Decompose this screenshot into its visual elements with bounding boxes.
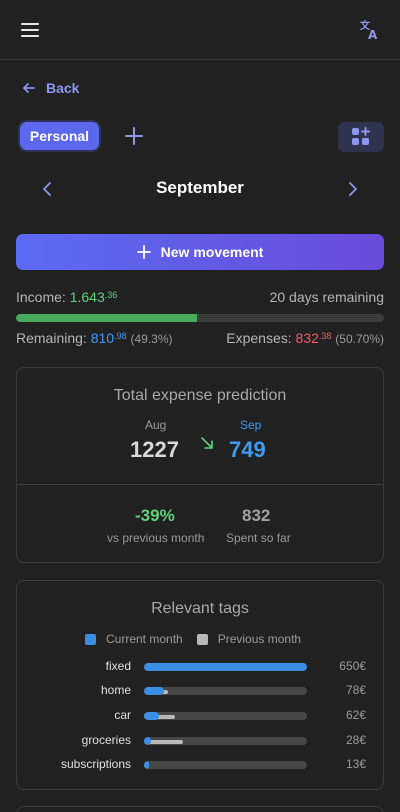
svg-text:A: A	[368, 28, 378, 42]
legend-current: Current month	[85, 632, 183, 646]
add-account-button[interactable]	[123, 125, 145, 147]
grid-add-button[interactable]	[338, 122, 384, 152]
hamburger-icon[interactable]	[21, 22, 39, 37]
tag-row: car 62€	[17, 708, 383, 724]
month-title: September	[156, 178, 244, 197]
tag-amount: 650€	[339, 659, 366, 673]
tag-row: subscriptions 13€	[17, 757, 383, 773]
arrow-left-icon	[23, 83, 35, 93]
legend-label-current: Current month	[106, 632, 183, 646]
income-row: Income: 1.643.36 20 days remaining	[16, 289, 384, 305]
next-month-button[interactable]	[346, 181, 360, 197]
income-label: Income:	[16, 289, 66, 305]
expenses-percent: (50.70%)	[335, 332, 384, 346]
income-value: 1.643.36	[69, 289, 118, 305]
tags-legend: Current month Previous month	[85, 632, 301, 646]
relevant-tags-card: Relevant tags Current month Previous mon…	[16, 580, 384, 790]
new-movement-label: New movement	[160, 244, 264, 260]
days-remaining: 20 days remaining	[269, 289, 384, 305]
expense-prediction-card: Total expense prediction Aug Sep 1227 74…	[16, 367, 384, 563]
tag-amount: 13€	[345, 757, 366, 771]
next-card	[16, 806, 384, 812]
tag-amount: 28€	[345, 733, 366, 747]
remaining-percent: (49.3%)	[130, 332, 173, 346]
expenses-label: Expenses:	[226, 330, 292, 346]
chevron-left-icon	[43, 182, 51, 196]
back-label: Back	[46, 80, 80, 96]
tag-row: fixed 650€	[17, 659, 383, 675]
expenses-group: Expenses: 832.38 (50.70%)	[226, 330, 384, 346]
plus-icon	[136, 245, 151, 259]
tag-bar-track	[144, 737, 307, 745]
back-link[interactable]: Back	[22, 80, 79, 96]
tag-bar-current	[144, 761, 149, 769]
tag-bar-current	[144, 712, 159, 720]
previous-month-label: Aug	[145, 418, 167, 432]
remaining-label: Remaining:	[16, 330, 87, 346]
divider	[17, 484, 383, 485]
tag-amount: 78€	[345, 683, 366, 697]
spent-value: 832	[242, 506, 271, 525]
current-month-label: Sep	[240, 418, 262, 432]
grid-add-icon	[352, 127, 370, 145]
balance-row: Remaining: 810.98 (49.3%) Expenses: 832.…	[16, 330, 384, 346]
tag-amount: 62€	[345, 708, 366, 722]
tag-bar-track	[144, 687, 307, 695]
chevron-right-icon	[349, 182, 357, 196]
tag-name: subscriptions	[60, 757, 131, 771]
tag-bar-track	[144, 663, 307, 671]
tag-name: fixed	[105, 659, 131, 673]
top-bar: 文 A	[0, 0, 400, 60]
legend-swatch-previous	[196, 633, 208, 645]
legend-previous: Previous month	[196, 632, 302, 646]
progress-fill	[16, 314, 198, 322]
tag-bar-current	[144, 737, 151, 745]
remaining-value: 810.98	[90, 330, 127, 346]
plus-icon	[125, 127, 143, 145]
current-month-prediction: 749	[229, 437, 266, 462]
tag-name: groceries	[81, 733, 131, 747]
legend-swatch-current	[85, 633, 96, 645]
spent-label: Spent so far	[226, 531, 291, 545]
translate-icon[interactable]: 文 A	[358, 18, 382, 42]
tag-name: car	[114, 708, 131, 722]
tag-bar-current	[144, 687, 164, 695]
month-progress-bar	[16, 314, 384, 322]
tag-name: home	[100, 683, 131, 697]
expenses-value: 832.38	[295, 330, 332, 346]
tag-bar-track	[144, 761, 307, 769]
tag-bar-current	[144, 663, 307, 671]
change-label: vs previous month	[107, 531, 205, 545]
tag-bar-track	[144, 712, 307, 720]
new-movement-button[interactable]: New movement	[16, 234, 384, 270]
trend-down-arrow-icon	[199, 435, 215, 451]
legend-label-previous: Previous month	[217, 632, 302, 646]
prediction-title: Total expense prediction	[113, 387, 287, 404]
tag-row: home 78€	[17, 683, 383, 699]
tags-title: Relevant tags	[151, 600, 249, 617]
previous-month-button[interactable]	[40, 181, 54, 197]
change-percent: -39%	[135, 506, 175, 525]
account-tab-personal[interactable]: Personal	[20, 122, 99, 150]
previous-month-value: 1227	[130, 437, 179, 462]
tag-row: groceries 28€	[17, 733, 383, 749]
month-navigator: September	[0, 176, 400, 202]
